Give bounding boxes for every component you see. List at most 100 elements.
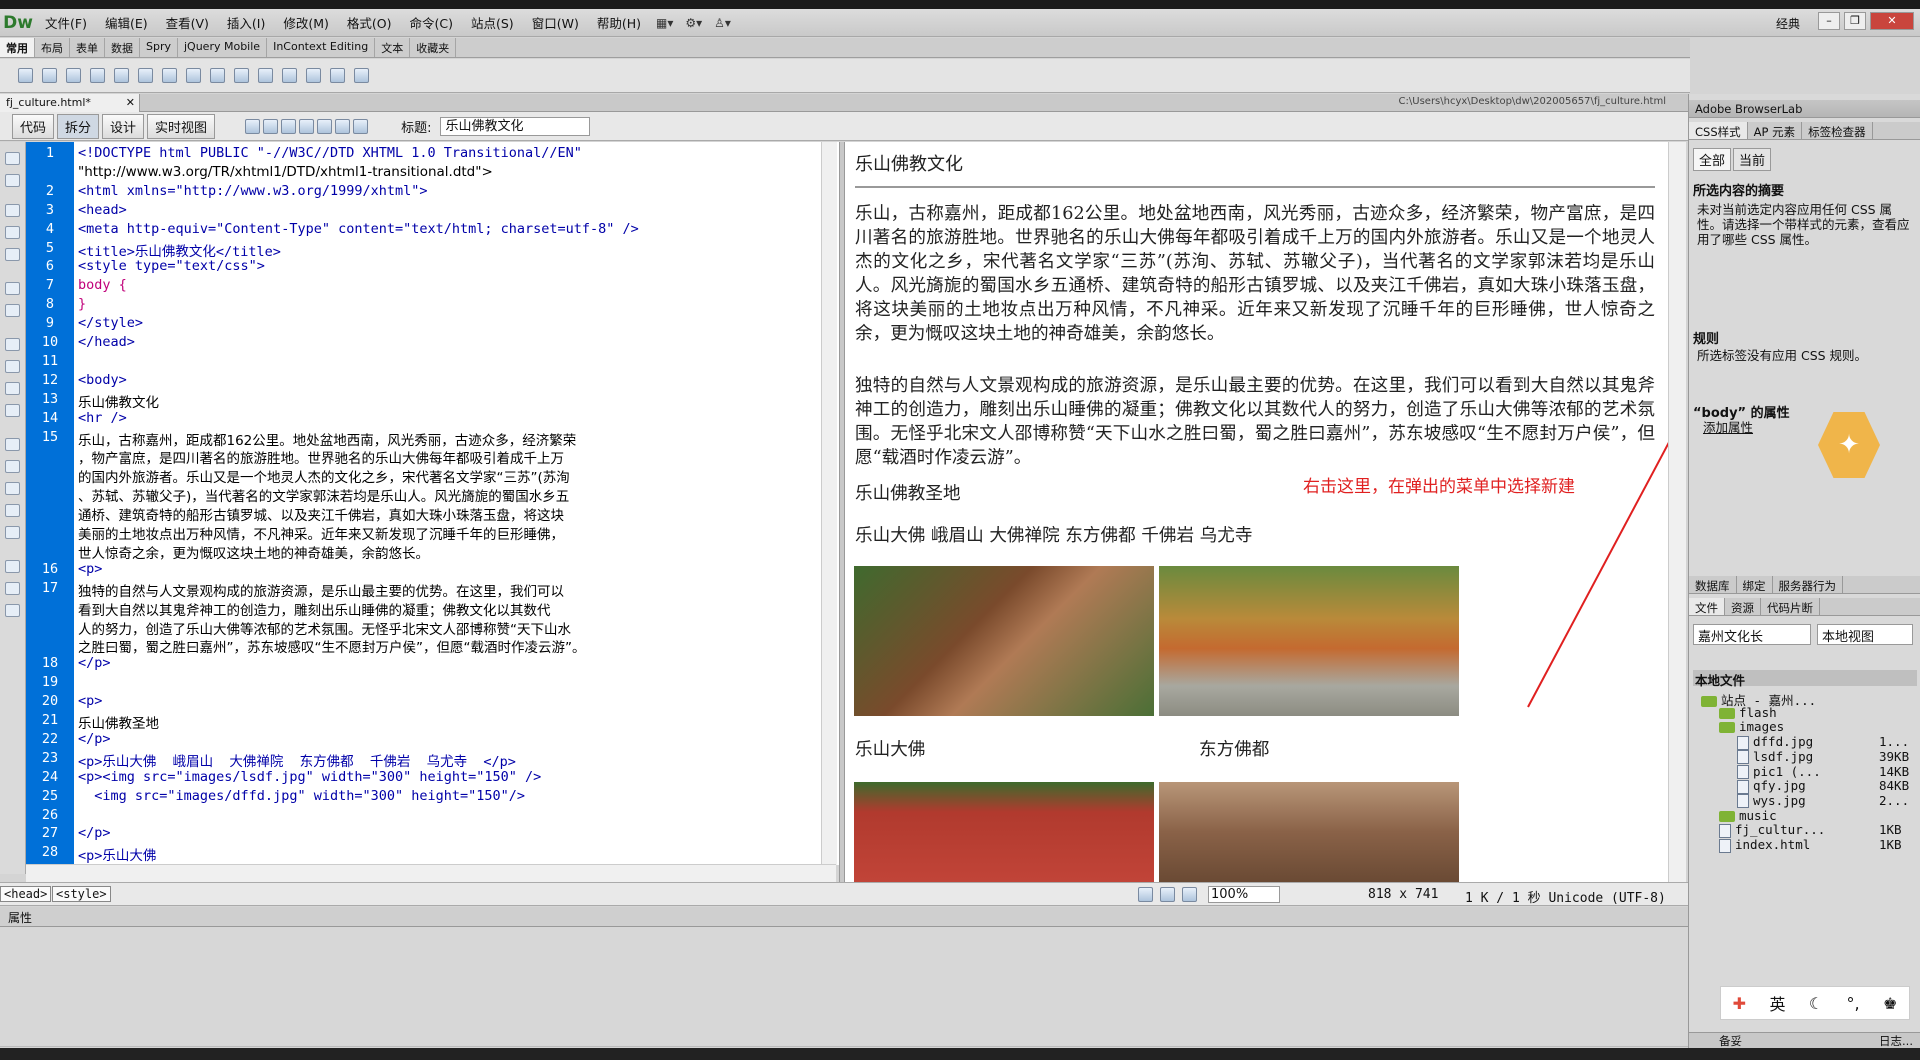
code-line[interactable]: }	[78, 296, 86, 312]
apply-comment-icon[interactable]	[5, 438, 20, 451]
code-line[interactable]: </p>	[78, 825, 111, 841]
file-tree-row[interactable]: pic1 (...	[1737, 764, 1821, 779]
code-line[interactable]: <p><img src="images/lsdf.jpg" width="300…	[78, 769, 541, 785]
server-include-icon[interactable]	[234, 68, 249, 83]
log-button[interactable]: 日志...	[1879, 1033, 1913, 1049]
code-line[interactable]: </head>	[78, 334, 135, 350]
code-line[interactable]: </p>	[78, 655, 111, 671]
widget-icon[interactable]	[186, 68, 201, 83]
image-icon[interactable]	[138, 68, 153, 83]
indent-code-icon[interactable]	[5, 560, 20, 573]
expand-all-icon[interactable]	[5, 248, 20, 261]
code-line[interactable]: "http://www.w3.org/TR/xhtml1/DTD/xhtml1-…	[78, 164, 493, 180]
balance-braces-icon[interactable]	[5, 304, 20, 317]
tab-files[interactable]: 文件	[1689, 598, 1725, 615]
site-manager-icon[interactable]: ♙▾	[714, 16, 731, 30]
table-icon[interactable]	[90, 68, 105, 83]
tab-tag-inspector[interactable]: 标签检查器	[1802, 122, 1873, 139]
tab-css-styles[interactable]: CSS样式	[1689, 122, 1748, 139]
code-vertical-scrollbar[interactable]	[821, 142, 837, 865]
menu-commands[interactable]: 命令(C)	[401, 13, 462, 32]
code-line[interactable]: <style type="text/css">	[78, 258, 265, 274]
recent-snippets-icon[interactable]	[5, 504, 20, 517]
file-management-icon[interactable]	[281, 118, 297, 134]
code-line[interactable]: <p>	[78, 561, 102, 577]
code-view-button[interactable]: 代码	[12, 113, 55, 139]
code-line[interactable]: ，物产富庶，是四川著名的旅游胜地。世界驰名的乐山大佛每年都吸引着成千上万	[78, 447, 564, 467]
code-line[interactable]: <!DOCTYPE html PUBLIC "-//W3C//DTD XHTML…	[78, 145, 582, 161]
window-size[interactable]: 818 x 741	[1368, 887, 1438, 902]
code-line[interactable]: <title>乐山佛教文化</title>	[78, 240, 281, 260]
script-icon[interactable]	[306, 68, 321, 83]
code-line[interactable]: 、苏轼、苏辙父子)，当代著名的文学家郭沫若均是乐山人。风光旖旎的蜀国水乡五	[78, 485, 569, 505]
div-icon[interactable]	[114, 68, 129, 83]
hyperlink-icon[interactable]	[18, 68, 33, 83]
outdent-code-icon[interactable]	[5, 582, 20, 595]
tab-forms[interactable]: 表单	[70, 38, 105, 57]
code-line[interactable]: </p>	[78, 731, 111, 747]
file-tree-row[interactable]: fj_cultur...	[1719, 822, 1825, 838]
menu-insert[interactable]: 插入(I)	[218, 13, 274, 32]
code-editor[interactable]: <!DOCTYPE html PUBLIC "-//W3C//DTD XHTML…	[74, 142, 839, 865]
all-button[interactable]: 全部	[1693, 148, 1732, 171]
ime-moon-icon[interactable]: ☾	[1809, 994, 1823, 1013]
code-line[interactable]: <body>	[78, 372, 127, 388]
select-parent-tag-icon[interactable]	[5, 282, 20, 295]
tab-jquery-mobile[interactable]: jQuery Mobile	[178, 38, 268, 57]
tab-bindings[interactable]: 绑定	[1737, 576, 1773, 593]
templates-icon[interactable]	[330, 68, 345, 83]
close-icon[interactable]: ✕	[126, 96, 135, 109]
tab-layout[interactable]: 布局	[35, 38, 70, 57]
collapse-selection-icon[interactable]	[5, 226, 20, 239]
refresh-icon[interactable]	[353, 118, 369, 134]
code-line[interactable]: 的国内外旅游者。乐山又是一个地灵人杰的文化之乡，宋代著名文学家“三苏”(苏洵	[78, 466, 570, 486]
show-code-navigator-icon[interactable]	[5, 174, 20, 187]
open-documents-icon[interactable]	[5, 152, 20, 165]
highlight-invalid-icon[interactable]	[5, 360, 20, 373]
code-line[interactable]: <hr />	[78, 410, 127, 426]
current-button[interactable]: 当前	[1733, 148, 1772, 171]
tag-selector-head[interactable]: <head>	[0, 886, 52, 902]
code-line[interactable]: <meta http-equiv="Content-Type" content=…	[78, 221, 639, 237]
design-view-button[interactable]: 设计	[102, 113, 145, 139]
menu-view[interactable]: 查看(V)	[157, 13, 218, 32]
line-numbers-icon[interactable]	[5, 338, 20, 351]
code-line[interactable]: body {	[78, 277, 127, 293]
split-view-button[interactable]: 拆分	[57, 113, 100, 139]
code-horizontal-scrollbar[interactable]	[26, 864, 836, 882]
preview-browser-icon[interactable]	[263, 118, 279, 134]
menu-modify[interactable]: 修改(M)	[274, 13, 338, 32]
live-view-button[interactable]: 实时视图	[147, 113, 216, 139]
tab-common[interactable]: 常用	[0, 38, 35, 57]
file-tree-row[interactable]: index.html	[1719, 837, 1810, 853]
email-link-icon[interactable]	[42, 68, 57, 83]
menu-help[interactable]: 帮助(H)	[588, 13, 650, 32]
tab-text[interactable]: 文本	[375, 38, 411, 57]
code-line[interactable]: <html xmlns="http://www.w3.org/1999/xhtm…	[78, 183, 428, 199]
collapse-tag-icon[interactable]	[5, 204, 20, 217]
document-tab[interactable]: fj_culture.html* ✕	[0, 94, 140, 112]
code-line[interactable]: 之胜曰蜀，蜀之胜曰嘉州”，苏东坡感叹“生不愿封万户侯”，但愿“载酒时作凌云游”。	[78, 636, 585, 656]
view-select[interactable]: 本地视图	[1817, 624, 1913, 645]
code-line[interactable]: <p>	[78, 693, 102, 709]
tab-ap-elements[interactable]: AP 元素	[1748, 122, 1803, 139]
menu-window[interactable]: 窗口(W)	[523, 13, 588, 32]
file-tree-row[interactable]: wys.jpg	[1737, 793, 1806, 809]
menu-file[interactable]: 文件(F)	[36, 13, 96, 32]
move-css-icon[interactable]	[5, 526, 20, 539]
tab-server-behaviors[interactable]: 服务器行为	[1773, 576, 1843, 593]
browserlab-header[interactable]: Adobe BrowserLab	[1689, 100, 1920, 118]
visual-aids-icon[interactable]	[335, 118, 351, 134]
restore-button[interactable]: ❐	[1844, 12, 1866, 30]
tab-snippets[interactable]: 代码片断	[1761, 598, 1820, 615]
wrap-tag-icon[interactable]	[5, 482, 20, 495]
workspace-switcher[interactable]: 经典	[1776, 15, 1800, 32]
select-tool-icon[interactable]	[1138, 887, 1153, 902]
code-line[interactable]: 人的努力，创造了乐山大佛等浓郁的艺术氛围。无怪乎北宋文人邵博称赞“天下山水	[78, 618, 571, 638]
site-select[interactable]: 嘉州文化长	[1693, 624, 1811, 645]
head-icon[interactable]	[282, 68, 297, 83]
anchor-icon[interactable]	[66, 68, 81, 83]
file-tree-row[interactable]: music	[1719, 808, 1777, 823]
design-view[interactable]: 乐山佛教文化 乐山，古称嘉州，距成都162公里。地处盆地西南，风光秀丽，古迹众多…	[845, 142, 1668, 882]
date-icon[interactable]	[210, 68, 225, 83]
